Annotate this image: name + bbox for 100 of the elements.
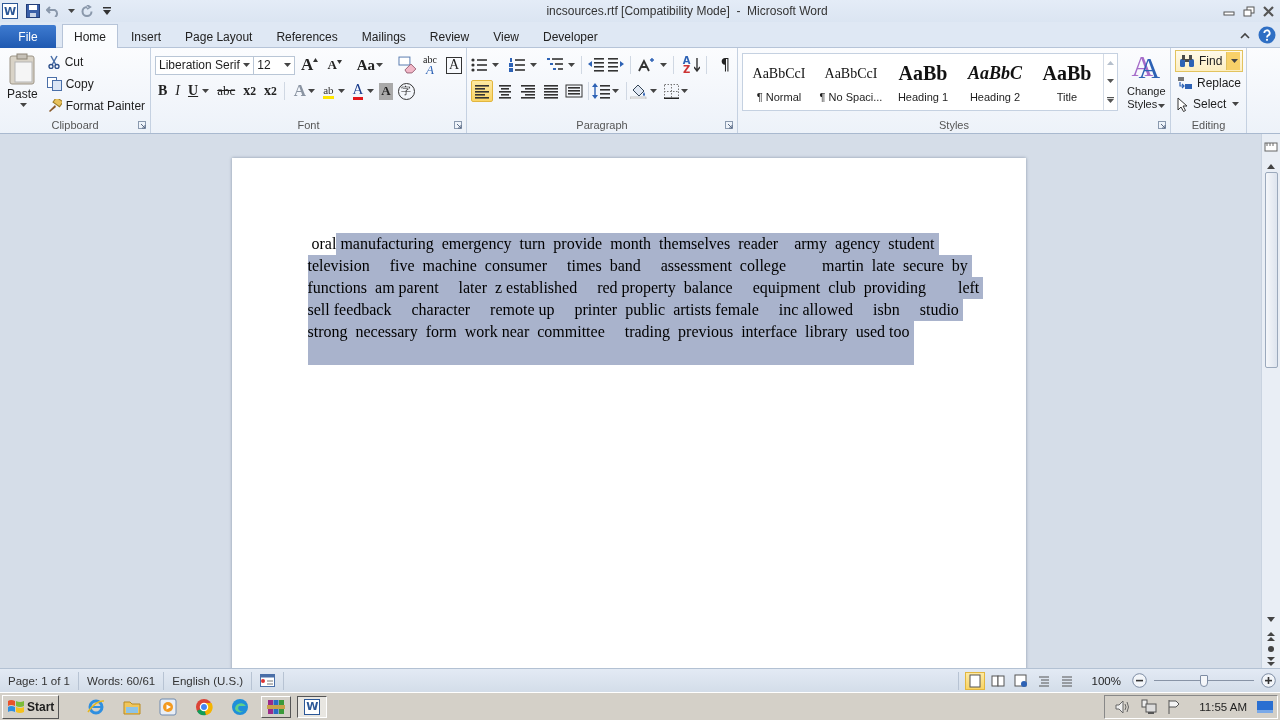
numbering-icon[interactable] [508, 58, 525, 72]
sort-button[interactable]: A Z [679, 54, 694, 76]
show-marks-button[interactable]: ¶ [717, 54, 733, 76]
copy-button[interactable]: Copy [44, 74, 148, 94]
page-count[interactable]: Page: 1 of 1 [0, 671, 80, 690]
previous-page-icon[interactable] [1267, 632, 1275, 642]
dialog-launcher-icon[interactable] [1158, 121, 1166, 129]
align-left-button[interactable] [471, 80, 493, 102]
ruler-icon[interactable] [1264, 140, 1278, 154]
ribbon-tab[interactable]: Insert [120, 26, 173, 48]
chrome-icon[interactable] [195, 697, 214, 716]
ribbon-tab[interactable]: Developer [531, 26, 609, 48]
select-button[interactable]: Select [1175, 94, 1244, 114]
word-icon[interactable]: W [304, 698, 321, 715]
decrease-indent-icon[interactable] [587, 58, 604, 72]
change-styles-button[interactable]: A Change Styles [1124, 51, 1169, 116]
save-icon[interactable] [26, 4, 40, 18]
ribbon-tab[interactable]: Review [418, 26, 481, 48]
ribbon-tab[interactable]: Home [62, 24, 118, 48]
character-border-button[interactable]: A [445, 56, 462, 74]
dialog-launcher-icon[interactable] [138, 121, 146, 129]
language-indicator[interactable]: English (U.S.) [164, 671, 253, 690]
style-item[interactable]: AaBbCcI ¶ Normal [743, 54, 815, 110]
browse-object-icon[interactable] [1267, 645, 1275, 653]
multilevel-list-icon[interactable] [546, 58, 563, 72]
collapse-ribbon-icon[interactable] [1240, 31, 1250, 39]
increase-indent-icon[interactable] [607, 58, 624, 72]
flag-icon[interactable] [1167, 698, 1182, 715]
macro-recording-icon[interactable] [260, 674, 276, 687]
font-name-field[interactable]: Liberation Serif [155, 55, 255, 75]
taskbar-button[interactable] [261, 695, 292, 718]
highlight-button[interactable]: ab [320, 80, 348, 102]
find-button[interactable]: Find [1175, 50, 1244, 72]
start-button[interactable]: Start [2, 694, 60, 719]
grow-font-button[interactable]: A [298, 54, 322, 76]
font-color-button[interactable]: A [349, 80, 378, 102]
paint-bucket-icon[interactable] [630, 83, 648, 99]
clock[interactable]: 11:55 AM [1199, 700, 1247, 713]
caret-icon [376, 63, 384, 67]
alignment-icon [519, 82, 537, 100]
scrollbar-thumb[interactable] [1264, 172, 1278, 368]
network-icon[interactable] [1141, 698, 1158, 715]
shrink-font-button[interactable]: A [324, 54, 345, 76]
group-label: Editing [1191, 118, 1226, 131]
ribbon-tab[interactable]: References [265, 26, 349, 48]
window-title: incsources.rtf [Compatibility Mode] - Microsoft Word [545, 4, 829, 18]
bullets-icon[interactable] [471, 58, 487, 72]
character-shading-button[interactable]: A [379, 82, 393, 100]
zoom-level[interactable]: 100% [1091, 674, 1121, 687]
style-item[interactable]: AaBbCcI ¶ No Spaci... [815, 54, 887, 110]
borders-icon[interactable] [664, 83, 679, 99]
ribbon-tab[interactable]: Mailings [350, 26, 417, 48]
change-case-button[interactable]: Aa [353, 54, 387, 76]
group-label: Clipboard [51, 118, 99, 131]
format-painter-button[interactable]: Format Painter [44, 96, 148, 116]
zoom-in-icon[interactable] [1261, 673, 1276, 688]
strikethrough-button[interactable]: abc [214, 80, 239, 102]
close-icon[interactable] [1263, 5, 1274, 17]
style-item[interactable]: AaBbC Heading 2 [959, 54, 1031, 110]
slider-thumb[interactable] [1200, 674, 1208, 687]
document-text: strong necessary form work near committee trading previous interface library used too [307, 321, 914, 365]
ribbon-tab[interactable]: Page Layout [174, 26, 264, 48]
customize-icon[interactable] [103, 6, 111, 16]
taskbar-button[interactable]: W [297, 695, 328, 718]
style-item[interactable]: AaBb Heading 1 [887, 54, 959, 110]
clear-formatting-icon[interactable] [397, 56, 417, 74]
dialog-launcher-icon[interactable] [454, 121, 462, 129]
help-icon[interactable] [1258, 26, 1276, 44]
phonetic-guide-button[interactable]: abc A [420, 54, 440, 76]
alignment-icon [565, 82, 583, 100]
archive-icon[interactable] [267, 697, 286, 716]
paste-button[interactable]: Paste [4, 51, 41, 116]
bold-button[interactable]: B [155, 80, 171, 102]
scroll-up-icon[interactable] [1267, 164, 1275, 169]
scroll-down-icon[interactable] [1267, 617, 1275, 622]
italic-button[interactable]: I [172, 80, 183, 102]
ribbon-tab[interactable]: View [482, 26, 530, 48]
more-icon[interactable] [1107, 97, 1114, 103]
zoom-out-icon[interactable] [1132, 673, 1147, 688]
font-size-field[interactable]: 12 [253, 55, 296, 75]
speaker-icon[interactable] [1115, 699, 1132, 714]
view-icon [1013, 673, 1028, 688]
word-logo[interactable]: W [2, 3, 18, 19]
next-page-icon[interactable] [1267, 656, 1275, 666]
caret-icon [337, 89, 345, 93]
word-count[interactable]: Words: 60/61 [79, 671, 165, 690]
scroll-down-icon[interactable] [1107, 79, 1114, 83]
print-layout-button[interactable] [964, 671, 985, 690]
dialog-launcher-icon[interactable] [725, 121, 733, 129]
restore-icon[interactable] [1243, 5, 1255, 17]
replace-button[interactable]: Replace [1175, 73, 1244, 93]
group-label: Paragraph [576, 118, 628, 131]
asian-layout-icon[interactable] [636, 58, 655, 72]
cut-button[interactable]: Cut [44, 52, 148, 72]
style-item[interactable]: AaBb Title [1031, 54, 1103, 110]
replace-icon [1177, 76, 1193, 90]
line-spacing-icon[interactable] [592, 83, 610, 99]
underline-button[interactable]: U [185, 80, 213, 102]
file-tab[interactable]: File [0, 25, 56, 48]
show-desktop-icon[interactable] [1257, 699, 1273, 714]
